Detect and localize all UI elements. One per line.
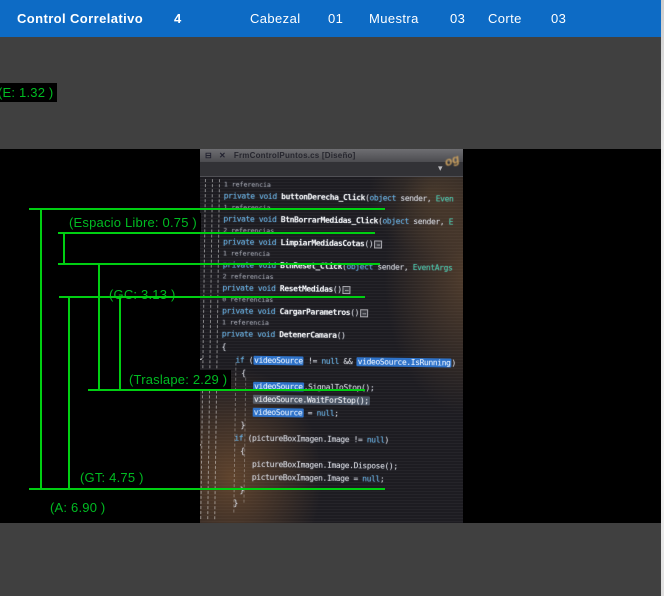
muestra-value: 03: [450, 11, 465, 26]
monitor-photo: ⊟ ✕ FrmControlPuntos.cs [Diseño] ▾ og ⌄ …: [200, 149, 463, 523]
corte-label: Corte: [488, 11, 522, 26]
cabezal-value: 01: [328, 11, 343, 26]
measurement-label-e: (E: 1.32 ): [0, 83, 57, 102]
vs-toolbar: ▾: [200, 162, 463, 177]
correlative-number: 4: [174, 11, 182, 26]
chevron-down-icon: ▾: [438, 163, 443, 174]
vs-tab-bar: ⊟ ✕ FrmControlPuntos.cs [Diseño]: [200, 149, 463, 162]
indent-guide: [207, 179, 213, 519]
app-header: Control Correlativo 4 Cabezal 01 Muestra…: [0, 0, 664, 37]
app-title: Control Correlativo: [17, 11, 143, 26]
cabezal-label: Cabezal: [250, 11, 301, 26]
code-lines: 1 referenciaprivate void buttonDerecha_C…: [219, 179, 463, 512]
close-icon: ✕: [219, 149, 226, 162]
app-window: Control Correlativo 4 Cabezal 01 Muestra…: [0, 0, 664, 596]
corte-value: 03: [551, 11, 566, 26]
vs-editor-area: ⌄ ⌄ 1 referenciaprivate void buttonDerec…: [200, 177, 463, 523]
camera-viewport[interactable]: ⊟ ✕ FrmControlPuntos.cs [Diseño] ▾ og ⌄ …: [0, 149, 661, 523]
muestra-label: Muestra: [369, 11, 419, 26]
vs-tab-title: FrmControlPuntos.cs [Diseño]: [234, 151, 356, 160]
fold-chevron-icon: ⌄: [200, 353, 204, 362]
pin-icon: ⊟: [205, 149, 212, 162]
indent-guide: [200, 179, 206, 519]
fold-chevron-icon: ⌄: [200, 439, 203, 448]
